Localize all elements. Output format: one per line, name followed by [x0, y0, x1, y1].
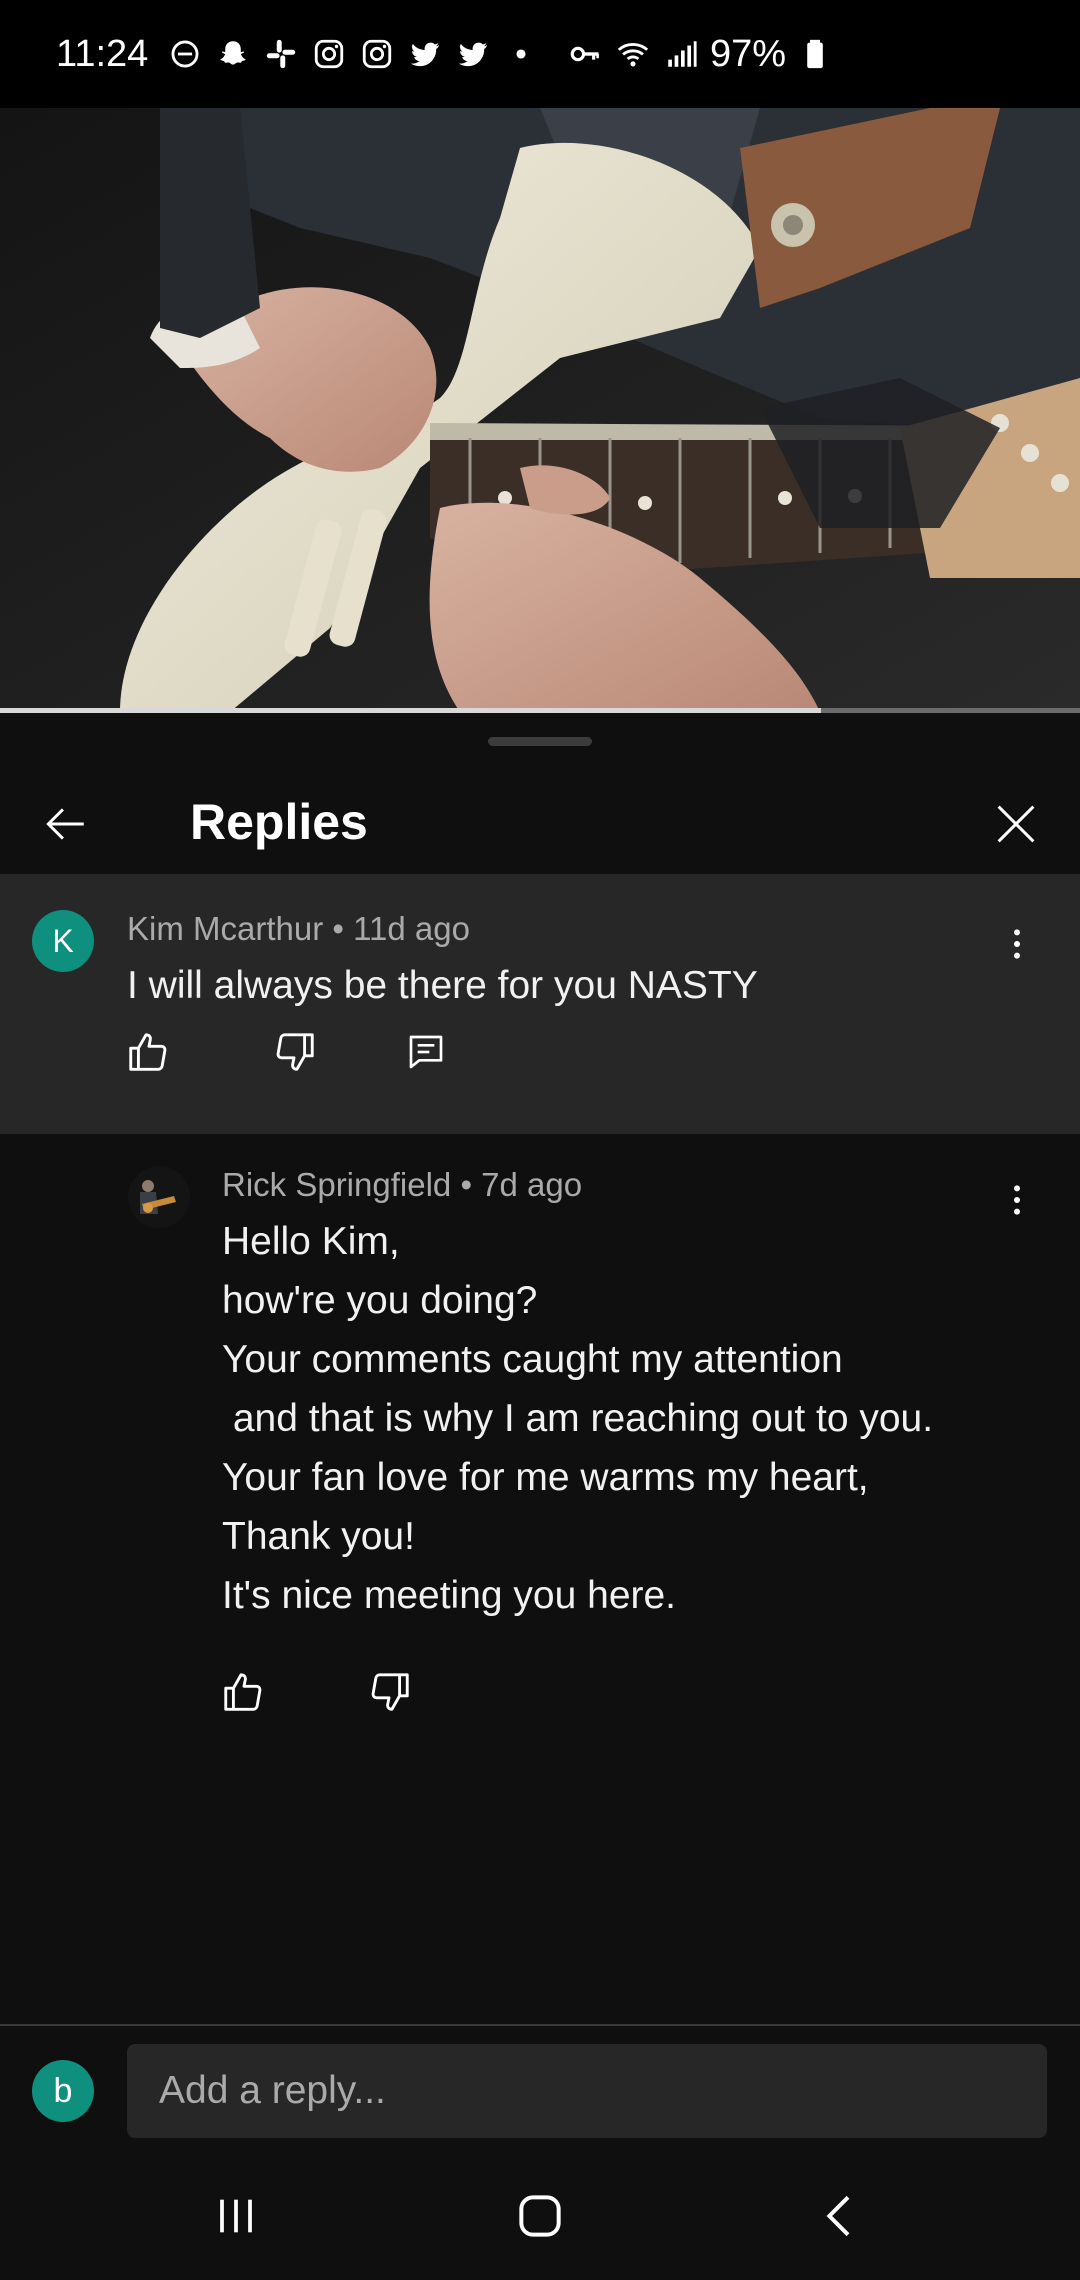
page-title: Replies	[190, 794, 368, 850]
parent-comment: K Kim Mcarthur • 11d ago I will always b…	[0, 874, 1080, 1134]
avatar: b	[32, 2060, 94, 2122]
comment-line: and that is why I am reaching out to you…	[222, 1397, 934, 1440]
comment-line: It's nice meeting you here.	[222, 1574, 677, 1617]
comment-line: Thank you!	[222, 1515, 415, 1558]
thumbs-up-icon	[129, 1033, 167, 1071]
twitter-icon	[406, 35, 444, 73]
close-button[interactable]	[983, 791, 1049, 857]
status-time: 11:24	[56, 32, 149, 75]
comment-line: Your fan love for me warms my heart,	[222, 1456, 869, 1499]
chevron-left-icon	[826, 2195, 850, 2237]
home-icon	[519, 2195, 561, 2237]
dislike-button[interactable]	[265, 1022, 325, 1082]
reply-composer: b	[0, 2026, 1080, 2146]
reply-comment: Rick Springfield • 7d ago Hello Kim, how'…	[0, 1134, 1080, 1734]
comment-author[interactable]: Kim Mcarthur	[127, 910, 323, 947]
back-button[interactable]	[32, 791, 98, 857]
comment-line: how're you doing?	[222, 1279, 538, 1322]
back-nav-button[interactable]	[801, 2176, 881, 2256]
battery-icon	[796, 35, 834, 73]
more-vert-icon	[1014, 1185, 1020, 1215]
comment-meta: Kim Mcarthur • 11d ago	[127, 910, 470, 948]
status-bar: 11:24 97%	[0, 0, 1080, 108]
replies-header: Replies	[0, 773, 1080, 873]
wifi-icon	[614, 35, 652, 73]
dislike-button[interactable]	[360, 1662, 420, 1722]
drag-handle[interactable]	[488, 737, 592, 746]
meta-separator: •	[460, 1166, 482, 1203]
signal-icon	[662, 35, 700, 73]
snapchat-icon	[214, 35, 252, 73]
avatar[interactable]: K	[32, 910, 94, 972]
do-not-disturb-icon	[166, 35, 204, 73]
system-icons: 97%	[566, 0, 834, 108]
instagram-icon	[310, 35, 348, 73]
profile-photo	[128, 1166, 190, 1228]
more-options-button[interactable]	[992, 1170, 1042, 1230]
comment-line: Hello Kim,	[222, 1220, 400, 1263]
twitter-icon	[454, 35, 492, 73]
more-vert-icon	[1014, 929, 1020, 959]
comment-age: 11d ago	[353, 910, 470, 947]
avatar[interactable]	[128, 1166, 190, 1228]
thumbs-down-icon	[371, 1673, 409, 1711]
meta-separator: •	[332, 910, 354, 947]
comment-author[interactable]: Rick Springfield	[222, 1166, 451, 1203]
vpn-key-icon	[566, 35, 604, 73]
instagram-icon	[358, 35, 396, 73]
comment-line: Your comments caught my attention	[222, 1338, 843, 1381]
comment-age: 7d ago	[481, 1166, 583, 1203]
reply-button[interactable]	[396, 1022, 456, 1082]
comment-text: I will always be there for you NASTY	[127, 964, 758, 1007]
reply-input[interactable]	[127, 2044, 1047, 2138]
back-arrow-icon	[46, 808, 84, 840]
video-player[interactable]	[0, 108, 1080, 712]
like-button[interactable]	[213, 1662, 273, 1722]
thumbs-up-icon	[224, 1673, 262, 1711]
recent-apps-icon	[220, 2199, 252, 2233]
home-button[interactable]	[500, 2176, 580, 2256]
slack-icon	[262, 35, 300, 73]
navigation-bar	[0, 2146, 1080, 2280]
notification-icons	[166, 35, 540, 73]
comment-meta: Rick Springfield • 7d ago	[222, 1166, 582, 1204]
battery-percentage: 97%	[710, 32, 787, 75]
comment-text: Hello Kim, how're you doing? Your comments…	[222, 1212, 933, 1625]
more-options-button[interactable]	[992, 914, 1042, 974]
recent-apps-button[interactable]	[196, 2176, 276, 2256]
video-frame	[0, 108, 1080, 712]
dot-icon	[502, 35, 540, 73]
like-button[interactable]	[118, 1022, 178, 1082]
comment-icon	[409, 1035, 443, 1069]
close-icon	[997, 805, 1035, 843]
thumbs-down-icon	[276, 1033, 314, 1071]
